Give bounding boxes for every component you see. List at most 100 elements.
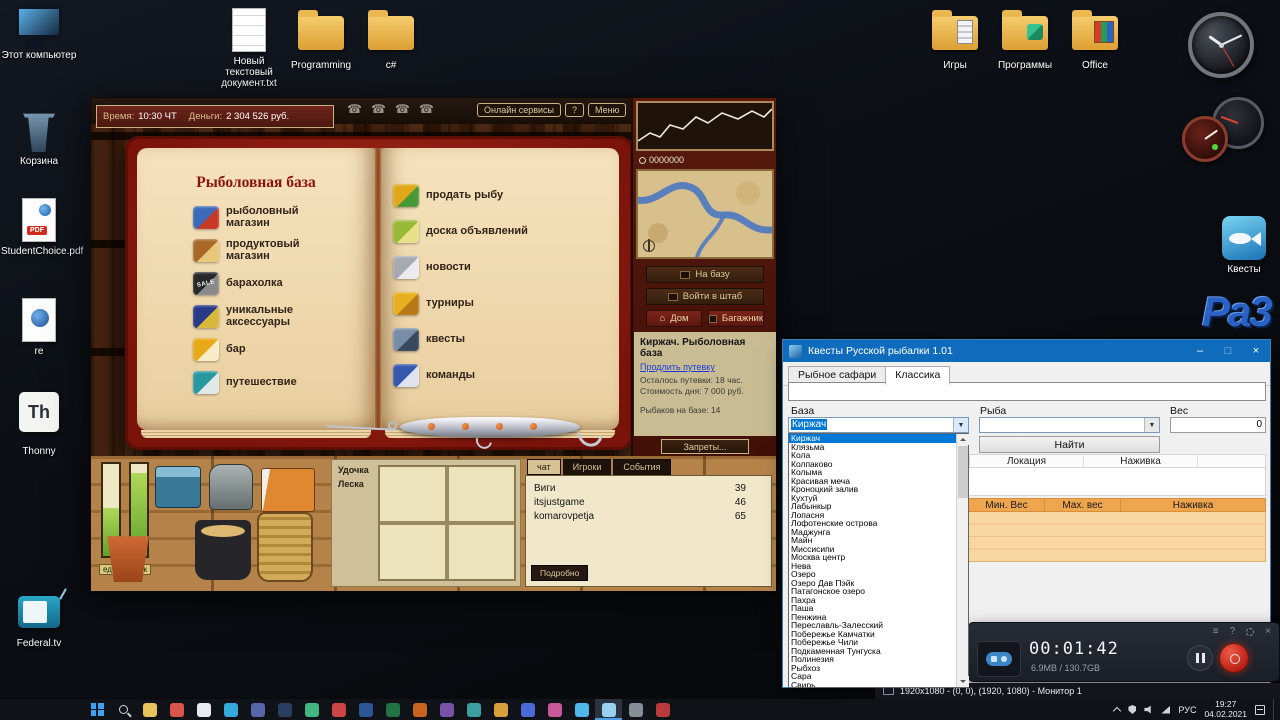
combo-dropdown-button[interactable]: ▼ <box>953 418 968 432</box>
recorder-help-icon[interactable]: ? <box>1230 626 1236 637</box>
desktop-icon-thonny[interactable]: Th Thonny <box>0 392 78 457</box>
minimize-button[interactable]: – <box>1186 340 1214 362</box>
taskbar-app-button[interactable] <box>433 699 460 720</box>
dropdown-item[interactable]: Маджунга <box>789 527 956 537</box>
help-button[interactable]: ? <box>565 103 585 117</box>
creel-item-icon[interactable] <box>257 512 313 582</box>
tab-players[interactable]: Игроки <box>562 459 612 475</box>
find-button[interactable]: Найти <box>979 436 1160 453</box>
phone-icon[interactable]: ☎ <box>371 102 386 116</box>
book-menu-item[interactable]: продать рыбу <box>393 184 607 207</box>
record-stop-button[interactable] <box>1219 643 1249 673</box>
taskbar-search-button[interactable] <box>110 699 136 720</box>
cooler-item-icon[interactable] <box>155 466 201 508</box>
tab-classic[interactable]: Классика <box>885 366 951 385</box>
desktop-icon-this-pc[interactable]: Этот компьютер <box>0 6 78 61</box>
game-mode-selector[interactable] <box>977 641 1021 677</box>
fish-combobox[interactable]: ▼ <box>979 417 1160 433</box>
desktop-icon-games-folder[interactable]: Игры <box>916 8 994 71</box>
book-menu-item[interactable]: доска объявлений <box>393 220 607 243</box>
weight-input[interactable]: 0 <box>1170 417 1266 433</box>
trunk-button[interactable]: Багажник <box>708 310 764 327</box>
taskbar-app-button[interactable] <box>136 699 163 720</box>
book-menu-item[interactable]: бар <box>193 338 369 361</box>
taskbar-app-button[interactable] <box>217 699 244 720</box>
backpack-item-icon[interactable] <box>209 464 253 510</box>
tab-events[interactable]: События <box>613 459 671 475</box>
taskbar-app-button[interactable] <box>163 699 190 720</box>
combo-dropdown-button[interactable]: ▼ <box>1144 418 1159 432</box>
base-combobox[interactable]: Киржач ▼ <box>788 417 969 433</box>
desktop-icon-pdf[interactable]: StudentChoice.pdf <box>0 198 83 257</box>
taskbar-app-button[interactable] <box>460 699 487 720</box>
desktop-icon-djvu[interactable]: re <box>0 298 78 357</box>
taskbar-app-button[interactable] <box>514 699 541 720</box>
tray-overflow-chevron-icon[interactable] <box>1113 706 1122 716</box>
enter-hq-button[interactable]: Войти в штаб <box>646 288 764 305</box>
equipment-slot[interactable] <box>449 525 514 579</box>
taskbar-app-button[interactable] <box>379 699 406 720</box>
book-menu-item[interactable]: квесты <box>393 328 607 351</box>
equipment-slot[interactable] <box>380 525 445 579</box>
extend-ticket-link[interactable]: Продлить путевку <box>640 362 770 372</box>
start-button[interactable] <box>84 699 110 720</box>
taskbar-app-button[interactable] <box>649 699 676 720</box>
phone-icon[interactable]: ☎ <box>419 102 434 116</box>
book-menu-item[interactable]: рыболовный магазин <box>193 205 369 229</box>
book-menu-item[interactable]: команды <box>393 364 607 387</box>
phone-icon[interactable]: ☎ <box>347 102 362 116</box>
dropdown-item[interactable]: Москва центр <box>789 553 956 562</box>
volume-tray-icon[interactable] <box>1144 705 1151 714</box>
phone-icon[interactable]: ☎ <box>395 102 410 116</box>
gear-icon[interactable] <box>1246 627 1255 636</box>
to-base-button[interactable]: На базу <box>646 266 764 283</box>
book-menu-item[interactable]: турниры <box>393 292 607 315</box>
taskbar-app-button[interactable] <box>622 699 649 720</box>
taskbar-app-button[interactable] <box>595 699 622 720</box>
bans-button[interactable]: Запреты... <box>661 439 749 454</box>
taskbar-app-button[interactable] <box>487 699 514 720</box>
list-icon[interactable]: ≡ <box>1213 626 1219 637</box>
taskbar-app-button[interactable] <box>568 699 595 720</box>
taskbar-app-button[interactable] <box>244 699 271 720</box>
taskbar-app-button[interactable] <box>271 699 298 720</box>
column-min-weight[interactable]: Мин. Вес <box>969 498 1045 512</box>
book-menu-item[interactable]: новости <box>393 256 607 279</box>
scroll-up-button[interactable] <box>956 434 969 445</box>
menu-button[interactable]: Меню <box>588 103 627 117</box>
security-tray-icon[interactable] <box>1128 705 1137 714</box>
maximize-button[interactable]: □ <box>1214 340 1242 362</box>
desktop-icon-office-folder[interactable]: Office <box>1056 8 1134 71</box>
column-bait-2[interactable]: Наживка <box>1121 498 1266 512</box>
desktop-icon-federal-tv[interactable]: Federal.tv <box>0 596 78 649</box>
close-button[interactable]: × <box>1242 340 1270 362</box>
taskbar-app-button[interactable] <box>352 699 379 720</box>
book-menu-item[interactable]: уникальные аксессуары <box>193 304 369 328</box>
desktop-icon-text-file[interactable]: Новый текстовый документ.txt <box>210 8 288 89</box>
equipment-slot[interactable] <box>449 467 514 521</box>
taskbar-app-button[interactable] <box>406 699 433 720</box>
taskbar-app-button[interactable] <box>298 699 325 720</box>
desktop-icon-csharp-folder[interactable]: c# <box>352 8 430 71</box>
dropdown-item[interactable]: Клязьма <box>789 442 956 452</box>
tab-chat[interactable]: чат <box>527 459 561 475</box>
pot-item-icon[interactable] <box>195 520 251 580</box>
column-location[interactable]: Локация <box>970 455 1084 467</box>
language-indicator[interactable]: РУС <box>1178 705 1196 715</box>
book-menu-item[interactable]: продуктовый магазин <box>193 238 369 262</box>
minimap[interactable] <box>636 169 774 259</box>
action-center-icon[interactable] <box>1255 704 1265 715</box>
quest-result-textbox[interactable] <box>788 382 1266 401</box>
dropdown-item[interactable]: Пахра <box>789 595 956 605</box>
pause-button[interactable] <box>1187 645 1213 671</box>
online-services-button[interactable]: Онлайн сервисы <box>477 103 562 117</box>
desktop-icon-programs-folder[interactable]: Программы <box>986 8 1064 71</box>
notebook-item-icon[interactable] <box>261 468 315 512</box>
show-desktop-button[interactable] <box>1273 699 1278 720</box>
network-tray-icon[interactable] <box>1161 705 1171 714</box>
taskbar-app-button[interactable] <box>190 699 217 720</box>
scroll-down-button[interactable] <box>956 676 969 687</box>
details-button[interactable]: Подробно <box>531 565 589 581</box>
desktop-icon-quests[interactable]: Квесты <box>1208 216 1280 275</box>
scrollbar-thumb[interactable] <box>957 446 968 498</box>
